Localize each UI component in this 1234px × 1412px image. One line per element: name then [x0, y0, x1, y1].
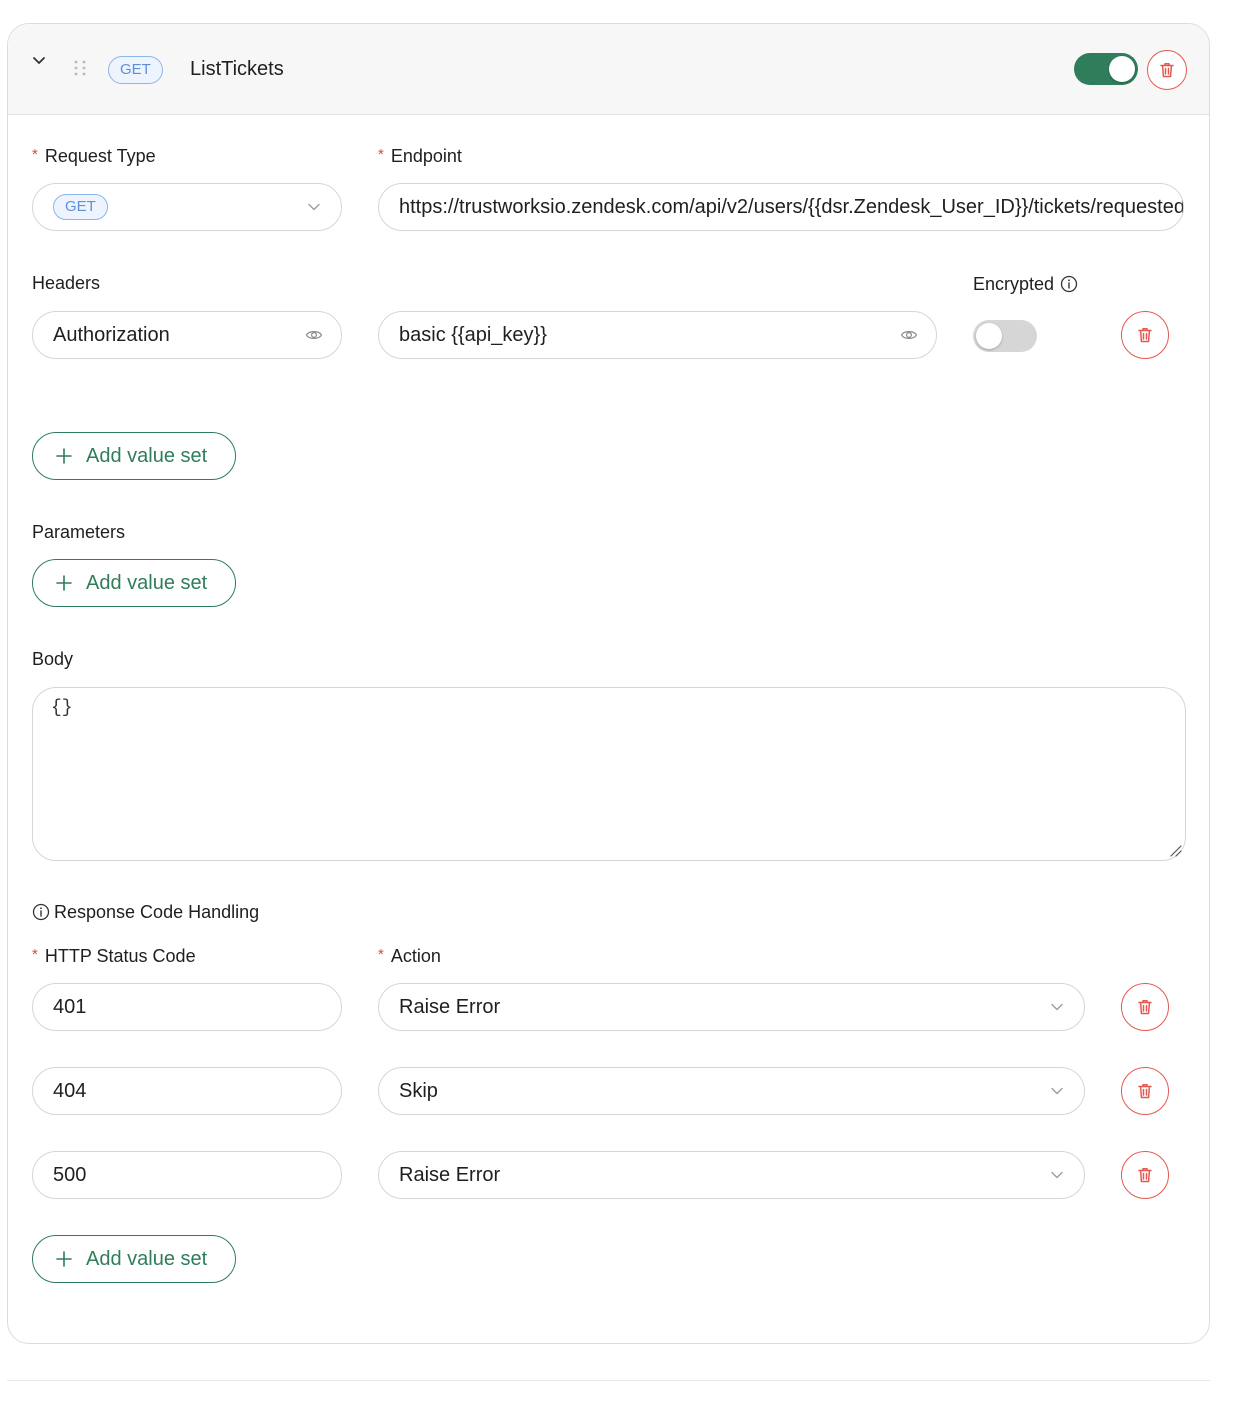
request-type-select[interactable]: GET [32, 183, 342, 231]
card-header: GET ListTickets [8, 24, 1209, 115]
header-key-input[interactable]: Authorization [32, 311, 342, 359]
drag-handle-icon[interactable] [72, 58, 88, 78]
status-code-label: HTTP Status Code [32, 944, 196, 970]
action-label: Action [378, 944, 441, 970]
encrypted-toggle[interactable] [973, 320, 1037, 352]
action-label-text: Action [390, 946, 441, 966]
endpoint-label: Endpoint [378, 144, 462, 170]
trash-icon [1138, 328, 1152, 343]
trash-icon [1138, 1000, 1152, 1015]
delete-response-row-button[interactable] [1121, 1067, 1169, 1115]
header-value-value: basic {{api_key}} [399, 324, 547, 346]
plus-icon [56, 448, 72, 464]
action-value: Raise Error [399, 1164, 501, 1186]
chevron-down-icon [1051, 1087, 1063, 1095]
header-key-value: Authorization [53, 324, 170, 346]
plus-icon [56, 575, 72, 591]
endpoint-label-text: Endpoint [390, 146, 462, 166]
status-code-value: 401 [53, 996, 87, 1018]
body-textarea[interactable]: {} [32, 687, 1186, 861]
request-type-label-text: Request Type [44, 146, 156, 166]
add-response-row-button[interactable]: Add value set [32, 1235, 236, 1283]
status-code-input[interactable]: 500 [32, 1151, 342, 1199]
toggle-knob [976, 323, 1002, 349]
delete-header-button[interactable] [1121, 311, 1169, 359]
status-code-input[interactable]: 404 [32, 1067, 342, 1115]
info-icon[interactable] [32, 903, 50, 921]
eye-icon[interactable] [900, 326, 918, 344]
request-type-tag: GET [53, 194, 108, 220]
response-handling-title-text: Response Code Handling [54, 902, 260, 922]
divider [7, 1380, 1210, 1381]
chevron-down-icon[interactable] [30, 52, 48, 70]
delete-response-row-button[interactable] [1121, 1151, 1169, 1199]
encrypted-label-text: Encrypted [973, 274, 1055, 294]
trash-icon [1138, 1084, 1152, 1099]
eye-icon[interactable] [305, 326, 323, 344]
status-code-label-text: HTTP Status Code [44, 946, 196, 966]
add-header-button[interactable]: Add value set [32, 432, 236, 480]
body-value: {} [51, 698, 73, 718]
resize-handle-icon[interactable] [1167, 842, 1183, 858]
endpoint-input[interactable]: https://trustworksio.zendesk.com/api/v2/… [378, 183, 1184, 231]
action-value: Skip [399, 1080, 438, 1102]
card-title: ListTickets [190, 58, 284, 80]
chevron-down-icon [308, 203, 320, 211]
action-value: Raise Error [399, 996, 501, 1018]
request-type-label: Request Type [32, 144, 156, 170]
action-select[interactable]: Skip [378, 1067, 1085, 1115]
trash-icon [1138, 1168, 1152, 1183]
method-tag: GET [108, 56, 163, 84]
add-parameter-button[interactable]: Add value set [32, 559, 236, 607]
add-parameter-label: Add value set [86, 572, 208, 594]
status-code-input[interactable]: 401 [32, 983, 342, 1031]
body-label: Body [32, 649, 74, 669]
delete-response-row-button[interactable] [1121, 983, 1169, 1031]
encrypted-label: Encrypted [973, 272, 1078, 296]
toggle-knob [1109, 56, 1135, 82]
response-handling-title: Response Code Handling [32, 900, 259, 924]
status-code-value: 404 [53, 1080, 87, 1102]
info-icon[interactable] [1060, 275, 1078, 293]
add-header-label: Add value set [86, 445, 208, 467]
delete-endpoint-button[interactable] [1147, 50, 1187, 90]
add-response-row-label: Add value set [86, 1248, 208, 1270]
trash-icon [1160, 63, 1174, 78]
endpoint-value: https://trustworksio.zendesk.com/api/v2/… [399, 196, 1184, 218]
headers-label: Headers [32, 273, 101, 293]
action-select[interactable]: Raise Error [378, 1151, 1085, 1199]
action-select[interactable]: Raise Error [378, 983, 1085, 1031]
endpoint-card: GET ListTickets Request Type Endpoint GE… [7, 23, 1210, 1344]
header-value-input[interactable]: basic {{api_key}} [378, 311, 937, 359]
enabled-toggle[interactable] [1074, 53, 1138, 85]
parameters-label: Parameters [32, 522, 126, 542]
plus-icon [56, 1251, 72, 1267]
chevron-down-icon [1051, 1003, 1063, 1011]
chevron-down-icon [1051, 1171, 1063, 1179]
status-code-value: 500 [53, 1164, 87, 1186]
